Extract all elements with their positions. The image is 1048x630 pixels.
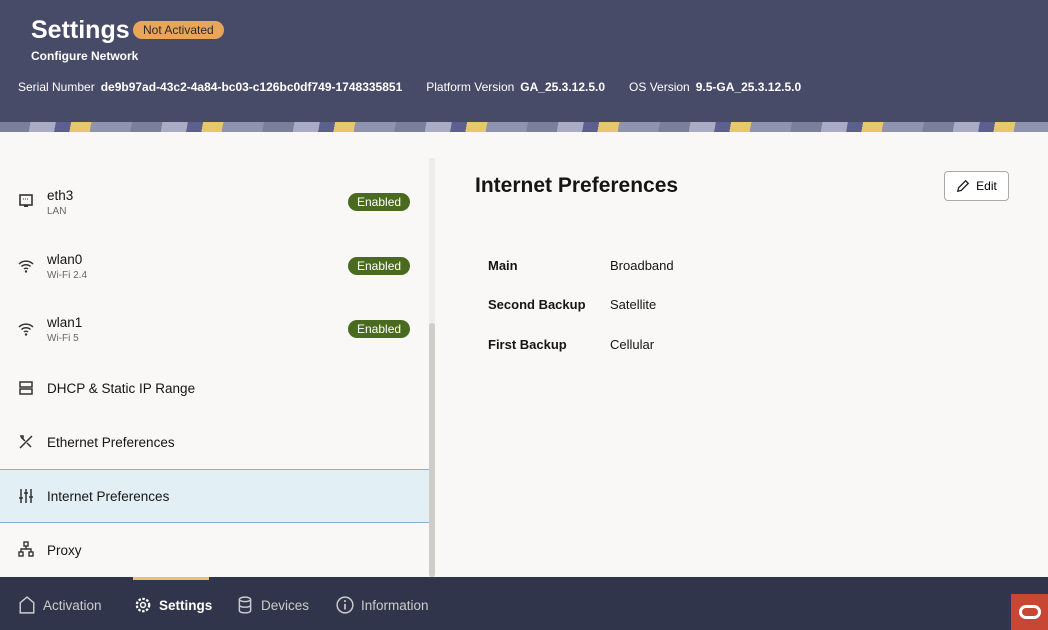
pref-row-main: MainBroadband [488, 258, 674, 273]
sidebar-item-internet-preferences[interactable]: Internet Preferences [0, 469, 429, 523]
pref-key: First Backup [488, 337, 610, 352]
sidebar-item-label: wlan0 [47, 252, 82, 267]
active-tab-indicator [133, 577, 209, 580]
sidebar-item-proxy[interactable]: Proxy [0, 524, 429, 576]
pref-value: Satellite [610, 297, 656, 312]
enabled-badge: Enabled [348, 193, 410, 211]
header: Settings Not Activated Configure Network… [0, 0, 1048, 122]
platform-value: GA_25.3.12.5.0 [520, 80, 605, 94]
nav-label: Settings [159, 598, 212, 613]
pref-value: Cellular [610, 337, 654, 352]
edit-button[interactable]: Edit [944, 171, 1009, 201]
sidebar-item-label: Internet Preferences [47, 489, 169, 504]
sidebar-item-sublabel: LAN [47, 206, 66, 217]
sidebar-item-wlan1[interactable]: wlan1 Wi-Fi 5 Enabled [0, 304, 429, 354]
sidebar-item-label: Ethernet Preferences [47, 435, 175, 450]
sidebar-item-wlan0[interactable]: wlan0 Wi-Fi 2.4 Enabled [0, 241, 429, 291]
nav-devices[interactable]: Devices [236, 596, 309, 614]
sidebar-item-sublabel: Wi-Fi 2.4 [47, 270, 87, 281]
edit-label: Edit [976, 179, 997, 193]
os-label: OS Version [629, 80, 690, 94]
nav-information[interactable]: Information [336, 596, 429, 614]
nav-settings[interactable]: Settings [134, 596, 212, 614]
wifi-icon [18, 321, 34, 337]
page-title: Settings [31, 16, 130, 45]
status-badge: Not Activated [133, 21, 224, 39]
enabled-badge: Enabled [348, 320, 410, 338]
sidebar-item-label: DHCP & Static IP Range [47, 381, 195, 396]
sidebar-scrollbar-thumb[interactable] [429, 323, 435, 577]
device-meta: Serial Number de9b97ad-43c2-4a84-bc03-c1… [18, 80, 819, 94]
pref-row-second-backup: Second BackupSatellite [488, 297, 656, 312]
sidebar-item-eth3[interactable]: eth3 LAN Enabled [0, 177, 429, 227]
sliders-icon [18, 488, 34, 504]
sidebar-item-label: Proxy [47, 543, 82, 558]
bottom-nav: Activation Settings Devices Information [0, 577, 1048, 630]
sidebar-item-dhcp[interactable]: DHCP & Static IP Range [0, 362, 429, 414]
info-icon [336, 596, 354, 614]
network-icon [18, 541, 34, 557]
pencil-icon [956, 179, 970, 193]
os-value: 9.5-GA_25.3.12.5.0 [696, 80, 801, 94]
serial-value: de9b97ad-43c2-4a84-bc03-c126bc0df749-174… [101, 80, 403, 94]
tools-icon [18, 434, 34, 450]
enabled-badge: Enabled [348, 257, 410, 275]
page-subtitle: Configure Network [31, 49, 138, 63]
wifi-icon [18, 258, 34, 274]
pref-key: Main [488, 258, 610, 273]
nav-label: Devices [261, 598, 309, 613]
sidebar-item-label: eth3 [47, 188, 73, 203]
sidebar-item-label: wlan1 [47, 315, 82, 330]
sidebar-item-sublabel: Wi-Fi 5 [47, 333, 79, 344]
server-icon [18, 380, 34, 396]
oracle-logo [1011, 594, 1048, 630]
nav-activation[interactable]: Activation [18, 596, 102, 614]
ethernet-port-icon [18, 193, 34, 209]
pref-key: Second Backup [488, 297, 610, 312]
decorative-banner [0, 122, 1048, 132]
pref-value: Broadband [610, 258, 674, 273]
pref-row-first-backup: First BackupCellular [488, 337, 654, 352]
sidebar-item-ethernet-preferences[interactable]: Ethernet Preferences [0, 416, 429, 468]
nav-label: Information [361, 598, 429, 613]
serial-label: Serial Number [18, 80, 95, 94]
nav-label: Activation [43, 598, 102, 613]
home-icon [18, 596, 36, 614]
gear-icon [134, 596, 152, 614]
sidebar: eth3 LAN Enabled wlan0 Wi-Fi 2.4 Enabled… [0, 132, 436, 577]
database-icon [236, 596, 254, 614]
platform-label: Platform Version [426, 80, 514, 94]
section-title: Internet Preferences [475, 174, 678, 198]
